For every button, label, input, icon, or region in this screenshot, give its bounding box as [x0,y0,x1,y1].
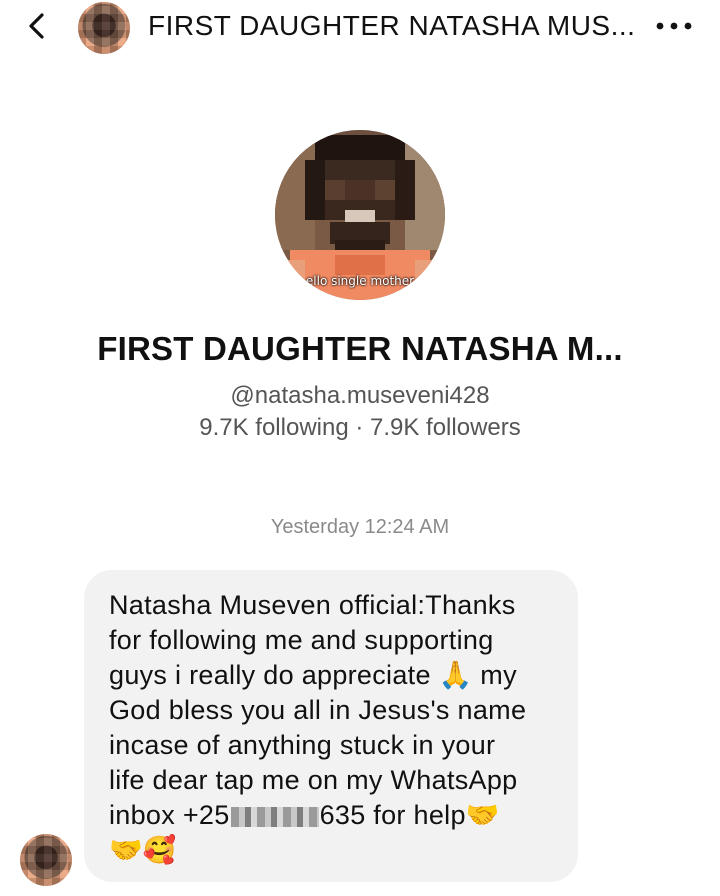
message-line: Natasha Museven official:Thanks [109,590,516,620]
profile-handle: @natasha.museveni428 [230,382,490,409]
chat-header: FIRST DAUGHTER NATASHA MUS... [0,0,720,56]
message-line-phone: inbox +25 635 for help🤝 [109,798,558,833]
message-bubble[interactable]: Natasha Museven official:Thanks for foll… [84,570,578,882]
message-line: incase of anything stuck in your [109,730,496,760]
more-horizontal-icon[interactable] [654,14,694,38]
message-line: life dear tap me on my WhatsApp [109,765,518,795]
profile-picture[interactable]: ello single mother [275,130,445,300]
header-avatar[interactable] [78,2,130,54]
message-timestamp: Yesterday 12:24 AM [270,516,450,538]
message-line: for following me and supporting [109,625,494,655]
sender-avatar[interactable] [20,834,72,886]
picture-caption: ello single mother [305,274,415,288]
message-line: guys i really do appreciate 🙏 my [109,660,517,690]
profile-stats: 9.7K following · 7.9K followers [199,414,521,441]
redacted-phone-digits [230,806,319,827]
header-title[interactable]: FIRST DAUGHTER NATASHA MUS... [148,10,635,42]
profile-name: FIRST DAUGHTER NATASHA M... [97,330,623,367]
message-line: God bless you all in Jesus's name [109,695,527,725]
chevron-left-icon[interactable] [20,8,56,44]
message-line: 🤝🥰 [109,835,177,865]
phone-suffix: 635 for help🤝 [319,800,500,830]
phone-prefix: inbox +25 [109,800,230,830]
